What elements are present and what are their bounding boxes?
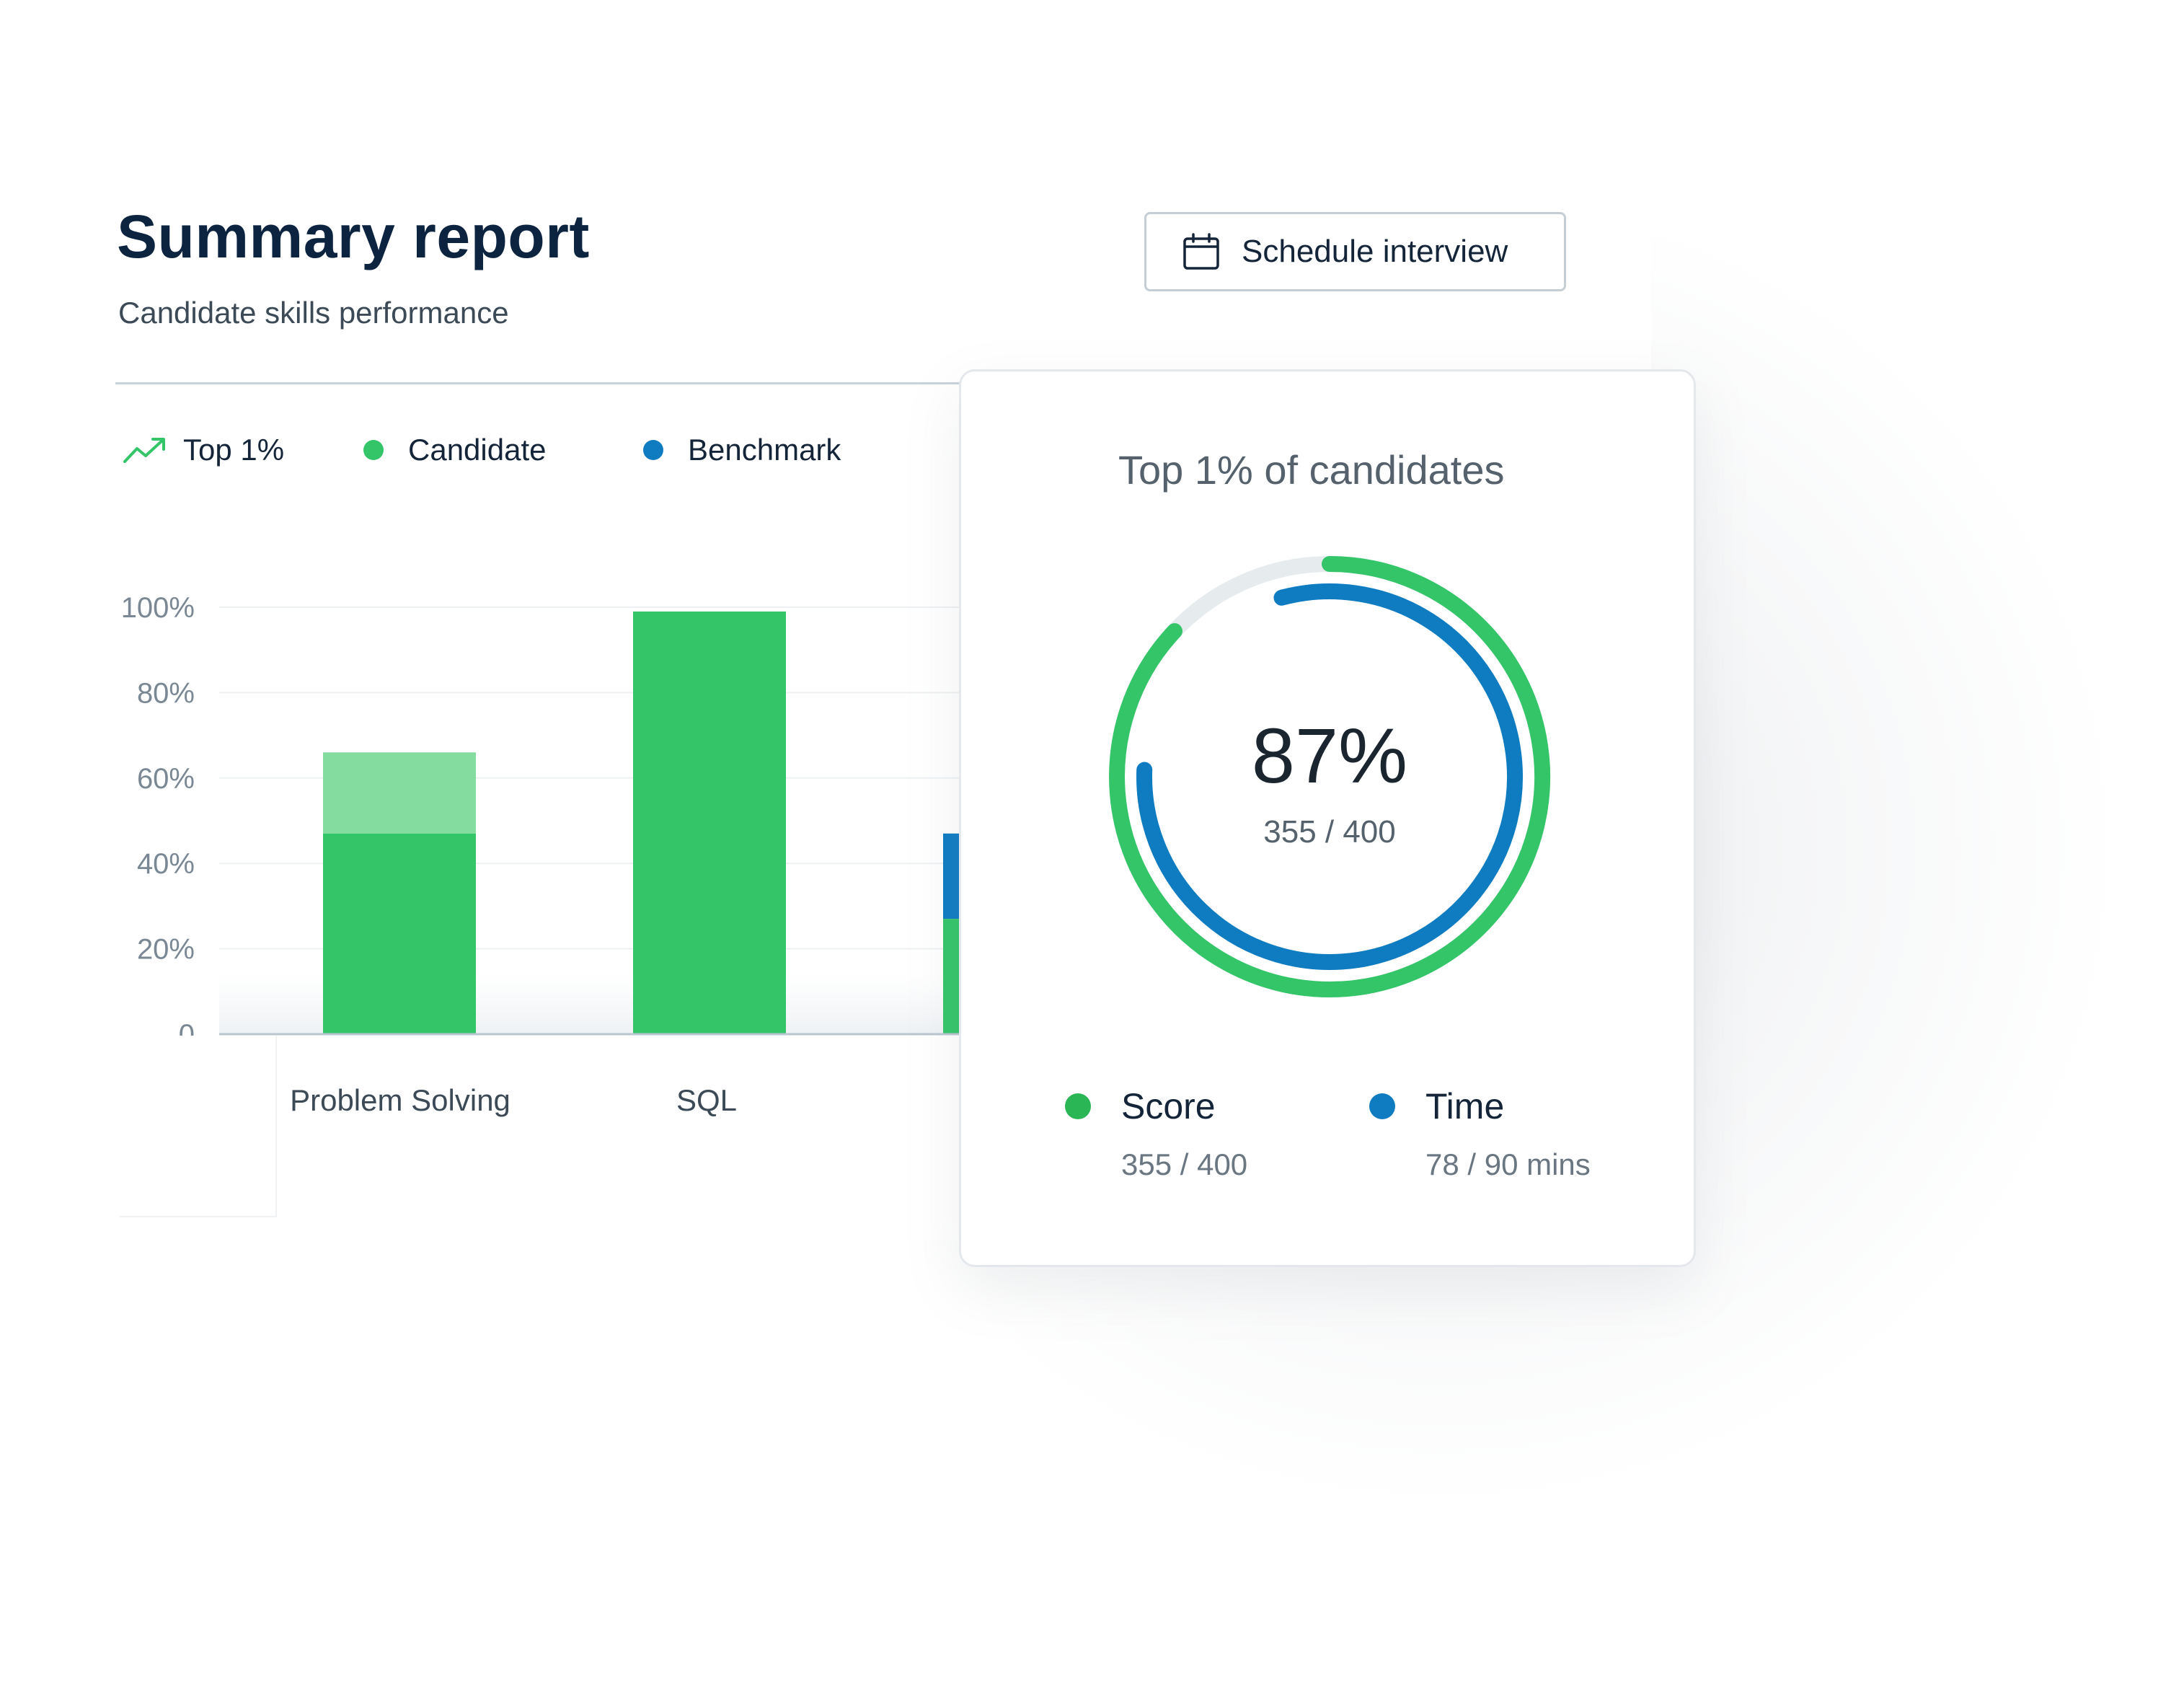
score-label: Score [1121,1086,1216,1126]
calendar-icon [1183,233,1219,270]
y-tick-label: 100% [121,592,195,624]
score-percent: 87% [1251,712,1408,799]
score-stat: Score 355 / 400 [1065,1085,1247,1182]
time-stat: Time 78 / 90 mins [1369,1085,1591,1182]
score-value: 355 / 400 [1121,1147,1248,1181]
time-value: 78 / 90 mins [1425,1147,1591,1181]
category-label: SQL [676,1083,737,1117]
category-labels: Problem Solving SQL [290,1083,737,1117]
axis-corner-box [120,1036,277,1217]
score-card: Top 1% of candidates 87% 355 / 400 Score… [959,369,1696,1267]
category-label: Problem Solving [290,1083,510,1117]
score-dot [1065,1093,1091,1119]
bar-sql [633,611,786,1034]
y-axis-ticks: 100%80%60%40%20%0 [121,592,195,1051]
schedule-interview-button[interactable]: Schedule interview [1144,212,1566,291]
y-tick-label: 40% [137,848,195,880]
y-tick-label: 20% [137,934,195,966]
y-tick-label: 60% [137,763,195,795]
time-dot [1369,1093,1395,1119]
page: Summary report Candidate skills performa… [0,0,2184,1689]
bar-problem-solving [323,833,476,1034]
time-label: Time [1425,1086,1505,1126]
y-tick-label: 80% [137,677,195,709]
score-fraction: 355 / 400 [1263,814,1396,850]
schedule-interview-label: Schedule interview [1242,234,1508,269]
bars [323,611,966,1034]
bar-problem-solving-top [323,752,476,834]
